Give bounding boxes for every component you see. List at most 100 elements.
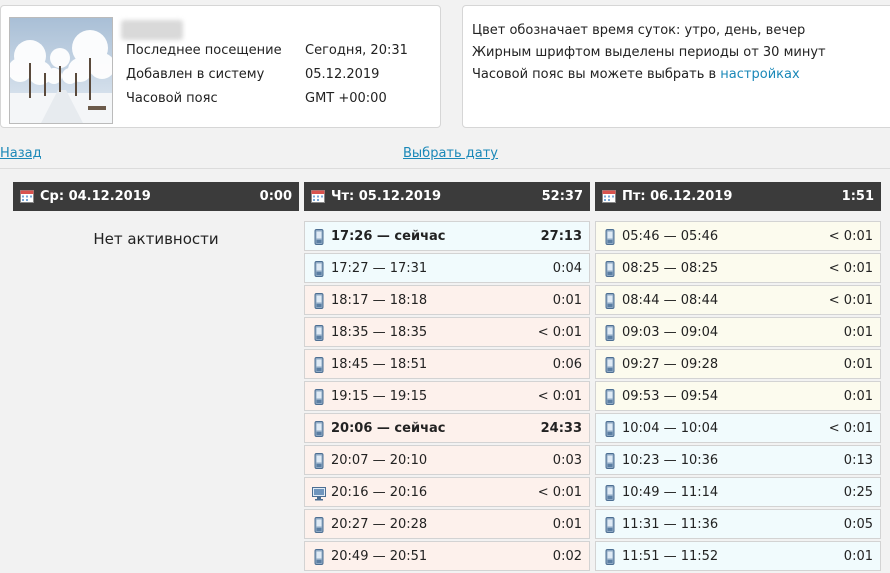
calendar-icon [602,190,616,203]
activity-row: 18:45 — 18:51 0:06 [304,349,590,379]
activity-row: 10:04 — 10:04 < 0:01 [595,413,881,443]
activity-time-range: 08:44 — 08:44 [622,293,719,308]
activity-time-range: 18:35 — 18:35 [331,325,428,340]
activity-duration: 0:01 [843,549,873,564]
activity-duration: < 0:01 [828,293,873,308]
activity-row: 18:17 — 18:18 0:01 [304,285,590,315]
activity-duration: 0:13 [843,453,873,468]
activity-duration: 0:01 [552,517,582,532]
mobile-phone-icon [605,389,615,405]
activity-row: 11:51 — 11:52 0:01 [595,541,881,571]
activity-duration: < 0:01 [828,261,873,276]
activity-duration: 0:01 [552,293,582,308]
no-activity-text: Нет активности [93,230,219,248]
activity-row: 09:53 — 09:54 0:01 [595,381,881,411]
mobile-phone-icon [605,517,615,533]
day-column-2: Чт: 05.12.2019 52:37 17:26 — сейчас 27:13… [304,182,590,573]
timezone-label: Часовой пояс [126,91,218,106]
divider [0,168,890,169]
activity-time-range: 20:16 — 20:16 [331,485,428,500]
activity-time-range: 19:15 — 19:15 [331,389,428,404]
day-date: Ср: 04.12.2019 [40,189,151,204]
calendar-icon [20,190,34,203]
activity-time-range: 08:25 — 08:25 [622,261,719,276]
activity-time-range: 18:45 — 18:51 [331,357,428,372]
mobile-phone-icon [605,293,615,309]
activity-time-range: 20:27 — 20:28 [331,517,428,532]
activity-row: 20:16 — 20:16 < 0:01 [304,477,590,507]
info-row-last-visit: Последнее посещение Сегодня, 20:31 [126,43,436,61]
profile-card: Последнее посещение Сегодня, 20:31 Добав… [0,5,441,128]
info-row-added: Добавлен в систему 05.12.2019 [126,67,436,85]
activity-time-range: 11:31 — 11:36 [622,517,719,532]
activity-time-range: 10:49 — 11:14 [622,485,719,500]
mobile-phone-icon [605,549,615,565]
activity-time-range: 17:27 — 17:31 [331,261,428,276]
activity-duration: 27:13 [540,229,582,244]
activity-row: 17:27 — 17:31 0:04 [304,253,590,283]
mobile-phone-icon [605,357,615,373]
activity-duration: 0:02 [552,549,582,564]
activity-time-range: 09:27 — 09:28 [622,357,719,372]
activity-row: 20:06 — сейчас 24:33 [304,413,590,443]
activity-row: 20:27 — 20:28 0:01 [304,509,590,539]
day-column-3: Пт: 06.12.2019 1:51 05:46 — 05:46 < 0:01 0… [595,182,881,573]
activity-row: 20:49 — 20:51 0:02 [304,541,590,571]
activity-time-range: 20:06 — сейчас [331,421,446,436]
mobile-phone-icon [314,229,324,245]
activity-row: 08:25 — 08:25 < 0:01 [595,253,881,283]
activity-row: 09:03 — 09:04 0:01 [595,317,881,347]
mobile-phone-icon [314,453,324,469]
calendar-icon [311,190,325,203]
activity-time-range: 09:53 — 09:54 [622,389,719,404]
legend-timezone-note: Часовой пояс вы можете выбрать в настрой… [472,67,800,85]
mobile-phone-icon [314,293,324,309]
mobile-phone-icon [605,421,615,437]
activity-duration: < 0:01 [537,485,582,500]
day-date: Чт: 05.12.2019 [331,189,442,204]
choose-date-link[interactable]: Выбрать дату [403,146,498,161]
entries-list: 17:26 — сейчас 27:13 17:27 — 17:31 0:04 18:1… [304,221,590,571]
activity-time-range: 20:07 — 20:10 [331,453,428,468]
avatar-winter-image [10,18,112,123]
mobile-phone-icon [314,389,324,405]
added-label: Добавлен в систему [126,67,265,82]
activity-duration: 0:01 [843,357,873,372]
activity-row: 05:46 — 05:46 < 0:01 [595,221,881,251]
activity-time-range: 05:46 — 05:46 [622,229,719,244]
back-link[interactable]: Назад [0,146,42,161]
day-header: Пт: 06.12.2019 1:51 [595,182,881,211]
activity-time-range: 10:23 — 10:36 [622,453,719,468]
desktop-computer-icon [312,487,326,501]
last-visit-value: Сегодня, 20:31 [305,43,408,58]
username-blurred [121,20,183,40]
settings-link[interactable]: настройках [720,67,799,82]
activity-row: 20:07 — 20:10 0:03 [304,445,590,475]
legend-color-note: Цвет обозначает время суток: утро, день,… [472,23,806,38]
activity-duration: < 0:01 [828,421,873,436]
activity-duration: 0:03 [552,453,582,468]
mobile-phone-icon [314,325,324,341]
activity-duration: 0:05 [843,517,873,532]
activity-duration: 0:06 [552,357,582,372]
activity-duration: < 0:01 [828,229,873,244]
activity-row: 10:49 — 11:14 0:25 [595,477,881,507]
activity-duration: 0:01 [843,325,873,340]
activity-row: 11:31 — 11:36 0:05 [595,509,881,539]
mobile-phone-icon [314,261,324,277]
day-header: Чт: 05.12.2019 52:37 [304,182,590,211]
activity-duration: 0:04 [552,261,582,276]
mobile-phone-icon [314,549,324,565]
mobile-phone-icon [605,453,615,469]
legend-timezone-text: Часовой пояс вы можете выбрать в [472,67,721,82]
day-total: 52:37 [541,189,583,204]
activity-duration: 24:33 [540,421,582,436]
day-column-1: Ср: 04.12.2019 0:00 Нет активности [13,182,299,248]
day-header: Ср: 04.12.2019 0:00 [13,182,299,211]
mobile-phone-icon [605,325,615,341]
activity-duration: 0:01 [843,389,873,404]
entries-list: 05:46 — 05:46 < 0:01 08:25 — 08:25 < 0:01 08… [595,221,881,571]
activity-duration: < 0:01 [537,325,582,340]
mobile-phone-icon [605,229,615,245]
activity-row: 18:35 — 18:35 < 0:01 [304,317,590,347]
